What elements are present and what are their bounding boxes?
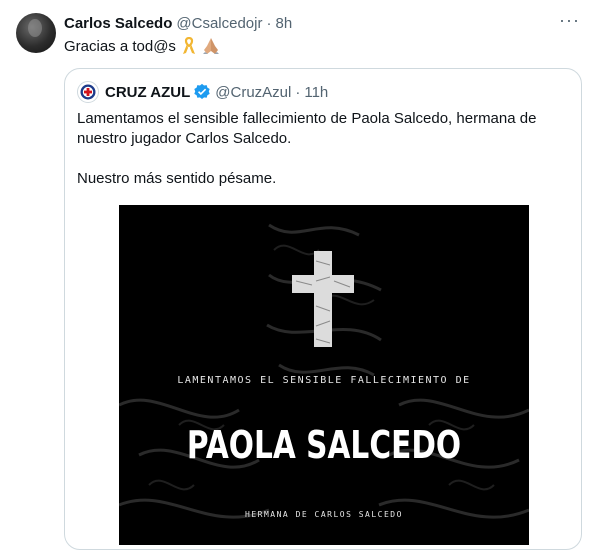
author-handle[interactable]: @Csalcedojr bbox=[176, 15, 262, 32]
quoted-paragraph-2: Nuestro más sentido pésame. bbox=[77, 170, 277, 187]
quoted-time[interactable]: 11h bbox=[304, 84, 328, 101]
quoted-tweet[interactable]: CRUZ AZUL @CruzAzul · 11h Lamentamos el … bbox=[64, 68, 582, 550]
author-avatar[interactable] bbox=[16, 13, 56, 53]
image-caption-bottom: HERMANA DE CARLOS SALCEDO bbox=[245, 510, 403, 519]
quoted-text: Lamentamos el sensible fallecimiento de … bbox=[77, 109, 557, 209]
verified-badge-icon bbox=[194, 83, 210, 100]
image-name: PAOLA SALCEDO bbox=[186, 423, 462, 467]
image-caption-top: LAMENTAMOS EL SENSIBLE FALLECIMIENTO DE bbox=[177, 375, 471, 386]
quoted-header: CRUZ AZUL @CruzAzul · 11h bbox=[77, 81, 328, 103]
tweet-text: Gracias a tod@s bbox=[64, 37, 220, 55]
tweet-text-content: Gracias a tod@s bbox=[64, 37, 176, 55]
cross-icon bbox=[292, 251, 354, 347]
more-options-icon[interactable]: ··· bbox=[559, 10, 580, 31]
post-time[interactable]: 8h bbox=[275, 15, 292, 32]
quoted-author-name[interactable]: CRUZ AZUL bbox=[105, 84, 190, 101]
tweet-header: Carlos Salcedo @Csalcedojr · 8h ··· bbox=[64, 10, 580, 34]
ribbon-icon bbox=[182, 37, 195, 54]
praying-hands-icon bbox=[202, 38, 219, 54]
separator-dot: · bbox=[266, 14, 272, 32]
cruz-azul-logo-icon[interactable] bbox=[77, 81, 99, 103]
quoted-author-handle[interactable]: @CruzAzul bbox=[215, 84, 291, 101]
quoted-paragraph-1: Lamentamos el sensible fallecimiento de … bbox=[77, 110, 537, 147]
separator-dot: · bbox=[295, 83, 301, 101]
author-name[interactable]: Carlos Salcedo bbox=[64, 15, 172, 32]
quoted-image[interactable]: LAMENTAMOS EL SENSIBLE FALLECIMIENTO DE … bbox=[119, 205, 529, 545]
